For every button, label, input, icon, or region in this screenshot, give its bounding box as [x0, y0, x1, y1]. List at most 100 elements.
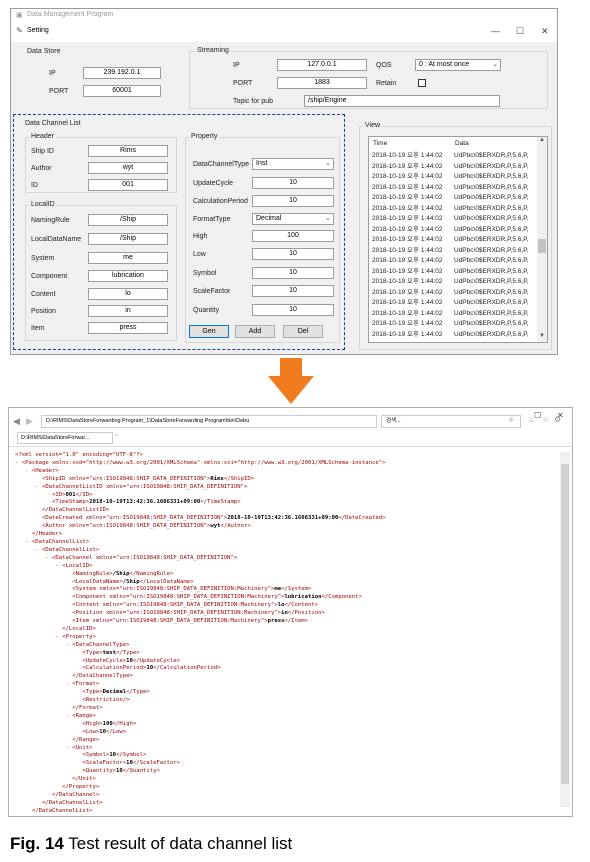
update-cycle-input[interactable]: 10	[252, 177, 334, 189]
list-item[interactable]: 2018-10-19 오후 1:44:02 UdPbc\0$ERXDR,P,5.6…	[372, 288, 538, 299]
ds-ip-input[interactable]: 239.192.0.1	[83, 67, 161, 79]
row-data: UdPbc\0$ERXDR,P,5.6,P,	[454, 183, 529, 191]
xml-line: <UpdateCycle>10</UpdateCycle>	[82, 657, 181, 664]
ds-port-input[interactable]: 60001	[83, 85, 161, 97]
row-time: 2018-10-19 오후 1:44:02	[372, 320, 443, 327]
minimize-button[interactable]: —	[491, 25, 500, 37]
view-list[interactable]: Time Data 2018-10-19 오후 1:44:02 UdPbc\0$E…	[368, 136, 548, 343]
streaming-title: Streaming	[195, 46, 231, 56]
close-button[interactable]: ✕	[541, 25, 549, 37]
st-topic-input[interactable]: /ship/Engine	[304, 95, 500, 107]
browser-tab[interactable]: D:\RIMS\DataStoreForwar...	[17, 432, 113, 444]
xml-line[interactable]: - <Format>	[15, 681, 555, 689]
scroll-down-icon[interactable]: ▼	[539, 333, 545, 339]
low-input[interactable]: 10	[252, 248, 334, 260]
list-item[interactable]: 2018-10-19 오후 1:44:02 UdPbc\0$ERXDR,P,5.6…	[372, 330, 538, 341]
content-input[interactable]: lo	[88, 288, 168, 300]
list-item[interactable]: 2018-10-19 오후 1:44:02 UdPbc\0$ERXDR,P,5.6…	[372, 183, 538, 194]
list-item[interactable]: 2018-10-19 오후 1:44:02 UdPbc\0$ERXDR,P,5.6…	[372, 309, 538, 320]
xml-line[interactable]: - <Range>	[15, 713, 555, 721]
row-data: UdPbc\0$ERXDR,P,5.6,P,	[454, 299, 529, 306]
xml-line[interactable]: - <DataChannelType>	[15, 642, 555, 650]
xml-line[interactable]: - <Unit>	[15, 745, 555, 753]
xml-scrollbar-thumb[interactable]	[561, 464, 569, 784]
qos-select[interactable]: 0 : At most once ⌄	[415, 59, 501, 71]
qos-label: QOS	[376, 62, 392, 69]
scroll-up-icon[interactable]: ▲	[539, 137, 545, 143]
id-input[interactable]: 001	[88, 179, 168, 191]
list-item[interactable]: 2018-10-19 오후 1:44:02 UdPbc\0$ERXDR,P,5.6…	[372, 298, 538, 309]
format-type-select[interactable]: Decimal ⌄	[252, 213, 334, 225]
xml-line: </Header>	[31, 531, 63, 538]
list-item[interactable]: 2018-10-19 오후 1:44:02 UdPbc\0$ERXDR,P,5.6…	[372, 246, 538, 257]
row-time: 2018-10-19 오후 1:44:02	[372, 183, 443, 191]
list-item[interactable]: 2018-10-19 오후 1:44:02 UdPbc\0$ERXDR,P,5.6…	[372, 267, 538, 278]
position-input[interactable]: in	[88, 305, 168, 317]
list-item[interactable]: 2018-10-19 오후 1:44:02 UdPbc\0$ERXDR,P,5.6…	[372, 151, 538, 162]
search-input[interactable]: 검색...	[381, 415, 521, 428]
favorites-icon[interactable]: ☆	[542, 415, 549, 424]
list-item[interactable]: 2018-10-19 오후 1:44:02 UdPbc\0$ERXDR,P,5.6…	[372, 162, 538, 173]
system-input[interactable]: me	[88, 252, 168, 264]
view-scrollbar[interactable]: ▲ ▼	[537, 137, 547, 342]
naming-rule-input[interactable]: /Ship	[88, 214, 168, 226]
home-icon[interactable]: ⌂	[529, 415, 534, 424]
xml-line: </DataChannelList>	[41, 799, 103, 806]
list-item[interactable]: 2018-10-19 오후 1:44:02 UdPbc\0$ERXDR,P,5.6…	[372, 256, 538, 267]
channel-type-select[interactable]: Inst ⌄	[252, 158, 334, 170]
xml-line[interactable]: - <DataChannelList>	[15, 539, 555, 547]
ds-port-label: PORT	[49, 88, 69, 95]
forward-icon[interactable]: ▶	[26, 416, 33, 427]
add-button[interactable]: Add	[235, 325, 275, 338]
ship-id-input[interactable]: Rims	[88, 145, 168, 157]
del-button[interactable]: Del	[283, 325, 323, 338]
xml-line: <Component xmlns="urn:ISO19848:SHIP_DATA…	[72, 594, 362, 601]
search-icon[interactable]: ⌕	[509, 415, 513, 425]
author-label: Author	[31, 165, 52, 172]
xml-line[interactable]: - <Property>	[15, 634, 555, 642]
list-item[interactable]: 2018-10-19 오후 1:44:02 UdPbc\0$ERXDR,P,5.6…	[372, 277, 538, 288]
xml-line: <High>100</High>	[82, 720, 137, 727]
st-ip-input[interactable]: 127.0.0.1	[277, 59, 367, 71]
item-input[interactable]: press	[88, 322, 168, 334]
scrollbar-thumb[interactable]	[538, 239, 546, 253]
author-input[interactable]: wyt	[88, 162, 168, 174]
symbol-input[interactable]: 10	[252, 267, 334, 279]
component-input[interactable]: lubrication	[88, 270, 168, 282]
quantity-input[interactable]: 10	[252, 304, 334, 316]
channel-type-label: DataChannelType	[193, 161, 250, 168]
row-time: 2018-10-19 오후 1:44:02	[372, 278, 443, 285]
xml-line[interactable]: - <DataChannel xmlns="urn:ISO19848:SHIP_…	[15, 555, 555, 563]
browser-window: — ☐ ✕ ◀ ▶ D:\RIMS\DataStoreForwarding Pr…	[8, 407, 573, 817]
window-title: Data Management Program	[27, 11, 114, 18]
xml-line: <TimeStamp>2018-10-19T13:42:36.1606331+0…	[52, 499, 241, 506]
scale-factor-input[interactable]: 10	[252, 285, 334, 297]
list-item[interactable]: 2018-10-19 오후 1:44:02 UdPbc\0$ERXDR,P,5.6…	[372, 225, 538, 236]
local-data-name-input[interactable]: /Ship	[88, 233, 168, 245]
retain-checkbox[interactable]	[418, 79, 426, 87]
st-port-input[interactable]: 1883	[277, 77, 367, 89]
back-icon[interactable]: ◀	[13, 416, 20, 427]
gen-button[interactable]: Gen	[189, 325, 229, 338]
xml-line[interactable]: - <LocalID>	[15, 563, 555, 571]
address-bar[interactable]: D:\RIMS\DataStoreForwarding Program_1\Da…	[41, 415, 377, 428]
new-tab-icon[interactable]: ▫	[115, 432, 117, 439]
list-item[interactable]: 2018-10-19 오후 1:44:02 UdPbc\0$ERXDR,P,5.6…	[372, 235, 538, 246]
maximize-button[interactable]: ☐	[516, 25, 524, 37]
list-item[interactable]: 2018-10-19 오후 1:44:02 UdPbc\0$ERXDR,P,5.6…	[372, 214, 538, 225]
xml-line[interactable]: - <Header>	[15, 468, 555, 476]
list-item[interactable]: 2018-10-19 오후 1:44:02 UdPbc\0$ERXDR,P,5.6…	[372, 204, 538, 215]
list-item[interactable]: 2018-10-19 오후 1:44:02 UdPbc\0$ERXDR,P,5.6…	[372, 172, 538, 183]
xml-line[interactable]: - <DataChannelListID xmlns="urn:ISO19848…	[15, 484, 555, 492]
list-item[interactable]: 2018-10-19 오후 1:44:02 UdPbc\0$ERXDR,P,5.6…	[372, 193, 538, 204]
xml-line[interactable]: - <DataChannelList>	[15, 547, 555, 555]
position-label: Position	[31, 308, 56, 315]
xml-scrollbar[interactable]	[560, 452, 570, 807]
list-item[interactable]: 2018-10-19 오후 1:44:02 UdPbc\0$ERXDR,P,5.6…	[372, 319, 538, 330]
high-input[interactable]: 100	[252, 230, 334, 242]
format-type-value: Decimal	[256, 215, 282, 222]
row-data: UdPbc\0$ERXDR,P,5.6,P,	[454, 320, 529, 327]
calc-period-input[interactable]: 10	[252, 195, 334, 207]
xml-line[interactable]: - <Package xmlns:xsd="http://www.w3.org/…	[15, 460, 555, 468]
gear-icon[interactable]: ⚙	[554, 415, 561, 424]
